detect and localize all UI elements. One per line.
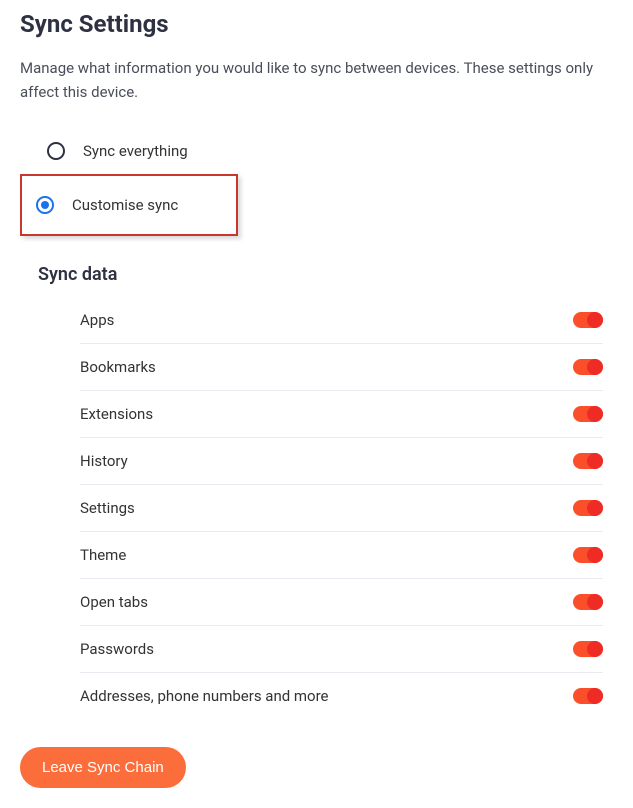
toggle-bookmarks[interactable] bbox=[573, 359, 603, 375]
sync-label: Bookmarks bbox=[80, 358, 156, 376]
sync-label: Open tabs bbox=[80, 593, 148, 611]
toggle-settings[interactable] bbox=[573, 500, 603, 516]
radio-label-customise: Customise sync bbox=[72, 196, 178, 214]
toggle-addresses[interactable] bbox=[573, 688, 603, 704]
sync-data-list: Apps Bookmarks Extensions History Settin… bbox=[20, 297, 613, 719]
radio-customise-sync[interactable]: Customise sync bbox=[20, 174, 238, 236]
toggle-extensions[interactable] bbox=[573, 406, 603, 422]
sync-row-passwords: Passwords bbox=[80, 626, 603, 673]
toggle-open-tabs[interactable] bbox=[573, 594, 603, 610]
toggle-knob-icon bbox=[587, 688, 603, 704]
radio-sync-everything[interactable]: Sync everything bbox=[20, 132, 613, 170]
toggle-passwords[interactable] bbox=[573, 641, 603, 657]
sync-label: Extensions bbox=[80, 405, 153, 423]
sync-row-history: History bbox=[80, 438, 603, 485]
toggle-history[interactable] bbox=[573, 453, 603, 469]
sync-row-theme: Theme bbox=[80, 532, 603, 579]
toggle-knob-icon bbox=[587, 641, 603, 657]
sync-label: Addresses, phone numbers and more bbox=[80, 687, 329, 705]
sync-row-bookmarks: Bookmarks bbox=[80, 344, 603, 391]
toggle-knob-icon bbox=[587, 594, 603, 610]
radio-selected-icon bbox=[36, 196, 54, 214]
toggle-knob-icon bbox=[587, 453, 603, 469]
sync-label: Passwords bbox=[80, 640, 154, 658]
leave-sync-chain-button[interactable]: Leave Sync Chain bbox=[20, 747, 186, 788]
toggle-knob-icon bbox=[587, 500, 603, 516]
toggle-knob-icon bbox=[587, 547, 603, 563]
sync-row-addresses: Addresses, phone numbers and more bbox=[80, 673, 603, 719]
sync-label: History bbox=[80, 452, 128, 470]
sync-row-extensions: Extensions bbox=[80, 391, 603, 438]
sync-row-open-tabs: Open tabs bbox=[80, 579, 603, 626]
toggle-knob-icon bbox=[587, 406, 603, 422]
toggle-knob-icon bbox=[587, 312, 603, 328]
toggle-knob-icon bbox=[587, 359, 603, 375]
sync-label: Apps bbox=[80, 311, 114, 329]
sync-mode-radio-group: Sync everything Customise sync bbox=[20, 132, 613, 236]
page-title: Sync Settings bbox=[20, 10, 613, 38]
sync-label: Settings bbox=[80, 499, 135, 517]
toggle-apps[interactable] bbox=[573, 312, 603, 328]
sync-data-title: Sync data bbox=[20, 264, 613, 285]
radio-label-everything: Sync everything bbox=[83, 142, 188, 160]
sync-row-settings: Settings bbox=[80, 485, 603, 532]
sync-row-apps: Apps bbox=[80, 297, 603, 344]
sync-label: Theme bbox=[80, 546, 126, 564]
toggle-theme[interactable] bbox=[573, 547, 603, 563]
page-description: Manage what information you would like t… bbox=[20, 56, 613, 104]
radio-unselected-icon bbox=[47, 142, 65, 160]
